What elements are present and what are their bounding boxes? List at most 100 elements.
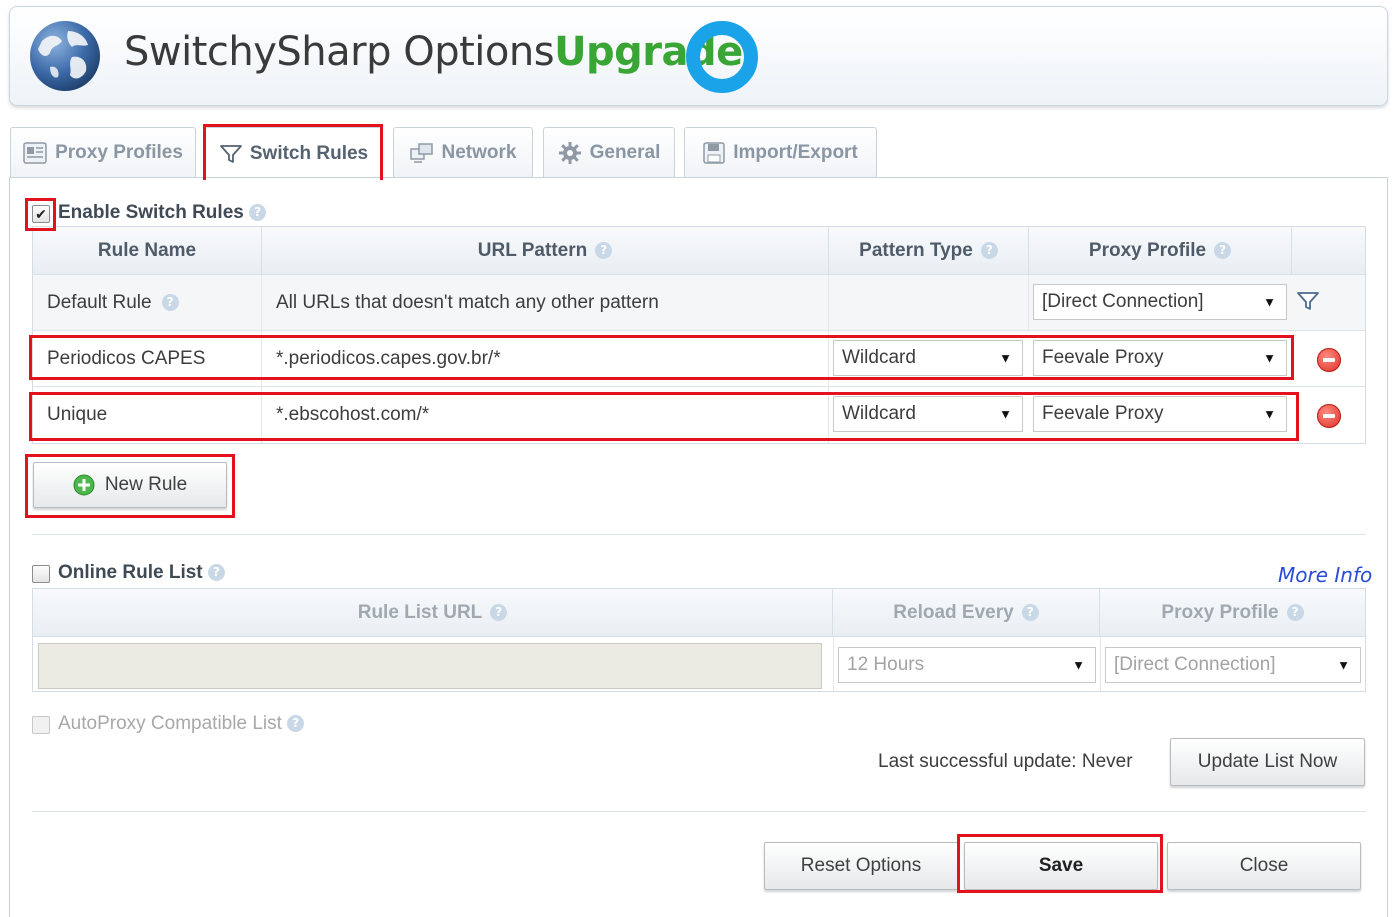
table-row: Unique *.ebscohost.com/* Wildcard ▼ Feeva… [33, 387, 1365, 443]
online-rule-list-checkbox[interactable] [32, 565, 50, 583]
proxy-profile-select[interactable]: Feevale Proxy ▼ [1033, 340, 1287, 376]
column-header-reload-every: Reload Every ? [833, 589, 1100, 637]
enable-switch-rules-checkbox[interactable]: ✔ [32, 205, 50, 223]
online-rule-list-label: Online Rule List ? [58, 562, 225, 584]
remove-rule-icon[interactable] [1317, 348, 1341, 372]
remove-rule-icon[interactable] [1317, 404, 1341, 428]
table-row-default-rule: Default Rule ? All URLs that doesn't mat… [33, 275, 1365, 331]
tab-network[interactable]: Network [393, 127, 533, 177]
column-header-proxy-profile: Proxy Profile ? [1029, 227, 1292, 275]
funnel-icon [219, 144, 242, 163]
enable-switch-rules-label: Enable Switch Rules ? [58, 202, 267, 224]
select-value: Feevale Proxy [1042, 347, 1164, 368]
column-header-pattern-type: Pattern Type ? [829, 227, 1029, 275]
select-value: 12 Hours [847, 654, 925, 675]
gear-icon [558, 141, 581, 164]
help-icon[interactable]: ? [980, 242, 998, 259]
column-header-url-pattern: URL Pattern ? [262, 227, 829, 275]
rule-name: Default Rule [47, 291, 152, 313]
column-header-rule-name: Rule Name [33, 227, 262, 275]
funnel-icon [1297, 292, 1319, 310]
proxy-profile-select[interactable]: Feevale Proxy ▼ [1033, 396, 1287, 432]
pattern-type-select[interactable]: Wildcard ▼ [833, 396, 1023, 432]
help-icon[interactable]: ? [1214, 242, 1232, 259]
tab-label: Network [441, 141, 517, 163]
tab-label: Switch Rules [249, 142, 369, 164]
new-rule-button[interactable]: New Rule [33, 462, 227, 508]
rule-name: Periodicos CAPES [47, 347, 206, 369]
update-list-now-button[interactable]: Update List Now [1170, 738, 1365, 786]
help-icon[interactable]: ? [249, 204, 267, 222]
online-proxy-profile-select[interactable]: [Direct Connection] ▼ [1105, 647, 1361, 683]
reset-options-button[interactable]: Reset Options [764, 842, 958, 890]
more-info-link[interactable]: More Info [1278, 563, 1372, 587]
update-list-now-label: Update List Now [1197, 751, 1338, 772]
tab-proxy-profiles[interactable]: Proxy Profiles [10, 127, 196, 177]
divider [32, 811, 1366, 812]
ring-logo-icon [686, 21, 758, 93]
floppy-disk-icon [703, 141, 725, 164]
select-value: [Direct Connection] [1114, 654, 1276, 675]
last-update-text: Last successful update: Never [878, 751, 1133, 772]
close-label: Close [1239, 855, 1289, 876]
help-icon[interactable]: ? [161, 294, 179, 311]
url-pattern-cell[interactable]: *.ebscohost.com/* [262, 387, 829, 443]
app-header: SwitchySharp OptionsUpgrade [9, 6, 1388, 106]
close-button[interactable]: Close [1167, 842, 1361, 890]
autoproxy-text: AutoProxy Compatible List [58, 713, 282, 734]
online-rule-list-table: Rule List URL ? Reload Every ? Proxy Pro… [32, 588, 1366, 692]
column-divider [833, 637, 834, 691]
proxy-profiles-icon [23, 141, 47, 164]
url-pattern-cell[interactable]: *.periodicos.capes.gov.br/* [262, 331, 829, 386]
select-value: Feevale Proxy [1042, 403, 1164, 424]
tab-switch-rules[interactable]: Switch Rules [205, 127, 383, 179]
autoproxy-checkbox[interactable] [32, 716, 50, 734]
help-icon[interactable]: ? [287, 715, 305, 733]
url-pattern-text: All URLs that doesn't match any other pa… [276, 291, 659, 313]
pattern-type-select[interactable]: Wildcard ▼ [833, 340, 1023, 376]
tab-label: Import/Export [733, 141, 858, 163]
url-pattern-text: *.ebscohost.com/* [276, 404, 430, 425]
url-pattern-text: *.periodicos.capes.gov.br/* [276, 347, 501, 369]
rule-name-cell[interactable]: Unique [33, 387, 262, 443]
dropdown-arrow-icon: ▼ [1263, 294, 1276, 310]
dropdown-arrow-icon: ▼ [1263, 406, 1276, 422]
tab-general[interactable]: General [543, 127, 675, 177]
table-row: Periodicos CAPES *.periodicos.capes.gov.… [33, 331, 1365, 387]
column-divider [1100, 637, 1101, 691]
rule-list-url-input[interactable] [38, 643, 822, 689]
help-icon[interactable]: ? [207, 564, 225, 582]
dropdown-arrow-icon: ▼ [1337, 657, 1350, 673]
app-title: SwitchySharp OptionsUpgrade [124, 29, 743, 75]
app-title-text: SwitchySharp Options [124, 29, 555, 75]
tab-label: Proxy Profiles [55, 141, 183, 163]
network-icon [409, 142, 433, 163]
dropdown-arrow-icon: ▼ [999, 406, 1012, 422]
help-icon[interactable]: ? [1286, 604, 1304, 621]
column-header-label: Proxy Profile [1088, 239, 1207, 261]
select-value: [Direct Connection] [1042, 291, 1204, 312]
save-button[interactable]: Save [964, 842, 1158, 890]
column-header-actions [1292, 227, 1365, 275]
rules-table: Rule Name URL Pattern ? Pattern Type ? P… [32, 226, 1366, 444]
rule-name-cell[interactable]: Periodicos CAPES [33, 331, 262, 386]
select-value: Wildcard [842, 347, 916, 368]
help-icon[interactable]: ? [490, 604, 508, 621]
save-label: Save [1038, 855, 1084, 876]
tab-import-export[interactable]: Import/Export [684, 127, 877, 177]
help-icon[interactable]: ? [1021, 604, 1039, 621]
globe-logo-icon [30, 21, 100, 91]
dropdown-arrow-icon: ▼ [1263, 350, 1276, 366]
dropdown-arrow-icon: ▼ [999, 350, 1012, 366]
select-value: Wildcard [842, 403, 916, 424]
reload-every-select[interactable]: 12 Hours ▼ [838, 647, 1096, 683]
new-rule-label: New Rule [104, 474, 188, 495]
column-header-label: Pattern Type [859, 239, 973, 261]
column-header-label: Proxy Profile [1161, 601, 1279, 623]
pattern-type-cell [829, 275, 1029, 330]
default-proxy-profile-select[interactable]: [Direct Connection] ▼ [1033, 284, 1287, 320]
column-header-label: URL Pattern [477, 239, 588, 261]
help-icon[interactable]: ? [595, 242, 613, 259]
rule-name-cell: Default Rule ? [33, 275, 262, 330]
url-pattern-cell: All URLs that doesn't match any other pa… [262, 275, 829, 330]
